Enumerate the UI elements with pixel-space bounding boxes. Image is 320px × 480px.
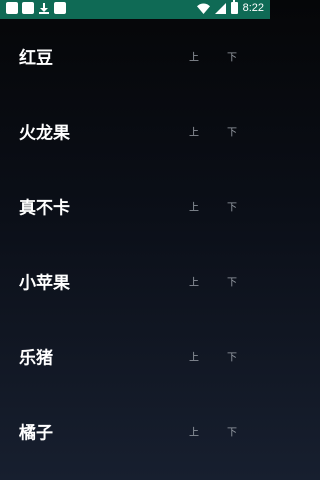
move-up-button[interactable]: 上: [189, 49, 199, 64]
move-down-button[interactable]: 下: [227, 199, 237, 214]
notification-box-icon: [6, 2, 18, 14]
move-up-button[interactable]: 上: [189, 124, 199, 139]
status-bar-notifications: [6, 2, 66, 14]
status-bar-system: 8:22: [196, 0, 264, 14]
status-bar: 8:22: [0, 0, 270, 19]
list-item: 火龙果 上 下: [0, 94, 270, 169]
list-item: 乐猪 上 下: [0, 319, 270, 394]
battery-icon: [230, 0, 238, 14]
download-icon: [38, 2, 50, 14]
list-item: 小苹果 上 下: [0, 244, 270, 319]
list-item: 红豆 上 下: [0, 19, 270, 94]
item-name: 真不卡: [19, 198, 70, 219]
notification-box-icon: [22, 2, 34, 14]
item-name: 橘子: [19, 423, 53, 444]
move-up-button[interactable]: 上: [189, 349, 199, 364]
item-name: 火龙果: [19, 123, 70, 144]
item-name: 乐猪: [19, 348, 53, 369]
signal-icon: [214, 2, 226, 14]
status-time: 8:22: [242, 2, 264, 14]
move-down-button[interactable]: 下: [227, 124, 237, 139]
move-down-button[interactable]: 下: [227, 349, 237, 364]
move-down-button[interactable]: 下: [227, 49, 237, 64]
move-up-button[interactable]: 上: [189, 424, 199, 439]
item-list: 红豆 上 下 火龙果 上 下 真不卡 上 下 小苹果 上 下 乐猪 上 下 橘子…: [0, 19, 270, 469]
item-name: 小苹果: [19, 273, 70, 294]
list-item: 真不卡 上 下: [0, 169, 270, 244]
notification-box-icon: [54, 2, 66, 14]
move-up-button[interactable]: 上: [189, 274, 199, 289]
item-name: 红豆: [19, 48, 53, 69]
move-down-button[interactable]: 下: [227, 424, 237, 439]
wifi-icon: [196, 3, 210, 14]
list-item: 橘子 上 下: [0, 394, 270, 469]
move-up-button[interactable]: 上: [189, 199, 199, 214]
move-down-button[interactable]: 下: [227, 274, 237, 289]
